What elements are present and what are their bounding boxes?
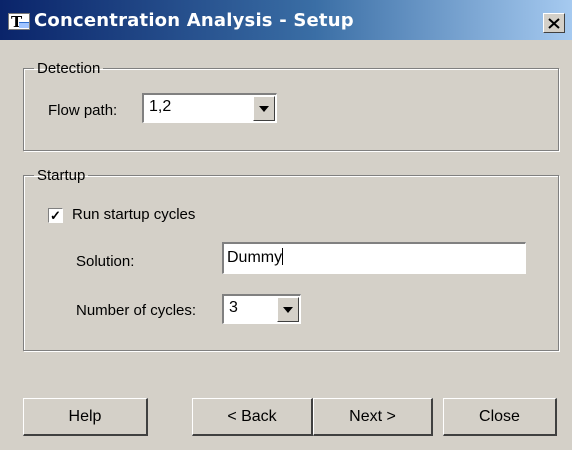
cycles-label: Number of cycles: [76,302,197,319]
flow-path-value: 1,2 [149,98,172,115]
cycles-dropdown-button[interactable] [277,297,299,322]
help-button[interactable]: Help [23,398,148,436]
text-caret [282,248,284,265]
close-icon [548,17,560,29]
run-startup-checkbox[interactable]: ✓ [48,208,63,223]
solution-input[interactable]: Dummy [222,242,526,274]
next-button[interactable]: Next > [313,398,433,436]
startup-legend: Startup [37,167,86,184]
cycles-select[interactable]: 3 [222,294,301,324]
cycles-value: 3 [229,299,238,316]
solution-label: Solution: [76,253,135,270]
run-startup-label[interactable]: Run startup cycles [72,206,195,223]
close-window-button[interactable] [543,13,565,33]
chevron-down-icon [259,105,269,112]
back-button[interactable]: < Back [192,398,313,436]
window-title: Concentration Analysis - Setup [34,10,354,31]
flow-path-dropdown-button[interactable] [253,96,275,121]
app-icon: T [8,13,30,31]
close-button[interactable]: Close [443,398,557,436]
setup-dialog: T Concentration Analysis - Setup Detecti… [0,0,572,450]
flow-path-select[interactable]: 1,2 [142,93,277,123]
solution-value: Dummy [227,249,283,266]
chevron-down-icon [283,306,293,313]
detection-legend: Detection [37,60,101,77]
title-bar[interactable]: T Concentration Analysis - Setup [0,0,572,40]
flow-path-label: Flow path: [48,102,118,119]
